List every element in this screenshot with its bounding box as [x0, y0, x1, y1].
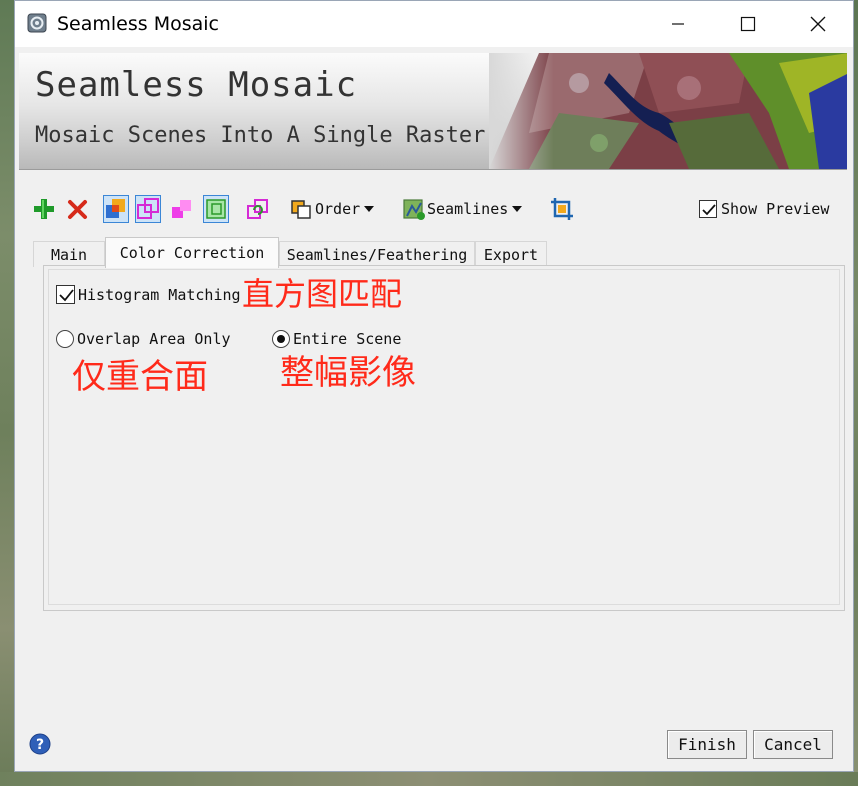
- footprint-button[interactable]: [103, 195, 129, 223]
- seamline-edit-icon: [137, 198, 159, 219]
- tab-bar: Main Color Correction Seamlines/Featheri…: [33, 237, 843, 268]
- minimize-button[interactable]: [643, 1, 713, 47]
- show-preview-checkbox[interactable]: Show Preview: [699, 195, 829, 223]
- show-preview-label: Show Preview: [721, 200, 830, 218]
- tab-color-correction[interactable]: Color Correction: [105, 237, 279, 268]
- color-correction-panel: Histogram Matching 直方图匹配 Overlap Area On…: [43, 265, 845, 611]
- seamlines-label: Seamlines: [427, 200, 509, 218]
- refresh-icon: [247, 199, 268, 219]
- crop-icon: [551, 198, 573, 220]
- show-preview-check[interactable]: [699, 200, 717, 218]
- close-icon: [810, 16, 826, 32]
- chevron-down-icon: [364, 206, 375, 212]
- banner-title: Seamless Mosaic: [35, 65, 358, 105]
- histogram-annotation: 直方图匹配: [242, 275, 403, 313]
- checkmark-icon: [59, 289, 74, 302]
- window-title: Seamless Mosaic: [57, 13, 219, 35]
- overlap-label: Overlap Area Only: [77, 330, 231, 348]
- reference-icon: [206, 199, 226, 219]
- delete-button[interactable]: [65, 195, 91, 223]
- order-label: Order: [315, 200, 361, 218]
- reference-button[interactable]: [203, 195, 229, 223]
- cancel-button[interactable]: Cancel: [753, 730, 833, 759]
- panel-inner-frame: [48, 269, 840, 605]
- histogram-check[interactable]: [56, 285, 75, 304]
- maximize-button[interactable]: [713, 1, 783, 47]
- help-button[interactable]: ?: [29, 733, 51, 755]
- entire-radio-dot[interactable]: [272, 330, 290, 348]
- chevron-down-icon: [512, 206, 523, 212]
- add-icon: [34, 199, 54, 219]
- finish-button[interactable]: Finish: [667, 730, 747, 759]
- desktop-background-left: [0, 0, 14, 786]
- overlap-area-radio[interactable]: Overlap Area Only: [56, 330, 231, 348]
- seamless-mosaic-window: Seamless Mosaic Seamless Mosaic Mosaic S…: [14, 0, 854, 772]
- help-icon: ?: [29, 733, 51, 755]
- color-button[interactable]: [169, 195, 195, 223]
- checkmark-icon: [702, 204, 716, 216]
- tab-seamlines-feathering[interactable]: Seamlines/Feathering: [279, 241, 475, 267]
- app-icon: [27, 13, 47, 33]
- seamline-edit-button[interactable]: [135, 195, 161, 223]
- crop-button[interactable]: [549, 195, 575, 223]
- seamlines-icon: [403, 199, 425, 220]
- desktop-background-bottom: [0, 772, 858, 786]
- tab-main[interactable]: Main: [33, 241, 105, 267]
- histogram-label: Histogram Matching: [78, 285, 241, 304]
- toolbar: Order Seamlines Show Preview: [29, 191, 849, 227]
- svg-text:?: ?: [36, 737, 44, 753]
- title-bar: Seamless Mosaic: [15, 1, 853, 47]
- seamlines-dropdown[interactable]: Seamlines: [401, 195, 523, 223]
- maximize-icon: [740, 16, 756, 32]
- minimize-icon: [672, 23, 684, 25]
- delete-icon: [68, 200, 87, 219]
- histogram-matching-checkbox[interactable]: Histogram Matching: [56, 285, 241, 304]
- entire-annotation: 整幅影像: [280, 353, 416, 393]
- footprint-icon: [106, 199, 125, 218]
- tab-export[interactable]: Export: [475, 241, 547, 267]
- order-dropdown[interactable]: Order: [289, 195, 375, 223]
- refresh-button[interactable]: [245, 195, 271, 223]
- header-banner: Seamless Mosaic Mosaic Scenes Into A Sin…: [19, 53, 847, 170]
- order-icon: [291, 200, 311, 219]
- entire-label: Entire Scene: [293, 330, 402, 348]
- close-button[interactable]: [783, 1, 853, 47]
- satellite-image: [489, 53, 847, 169]
- color-icon: [172, 200, 191, 218]
- overlap-annotation: 仅重合面: [72, 357, 208, 397]
- overlap-radio-dot[interactable]: [56, 330, 74, 348]
- banner-subtitle: Mosaic Scenes Into A Single Raster: [35, 123, 486, 148]
- entire-scene-radio[interactable]: Entire Scene: [272, 330, 401, 348]
- add-button[interactable]: [31, 195, 57, 223]
